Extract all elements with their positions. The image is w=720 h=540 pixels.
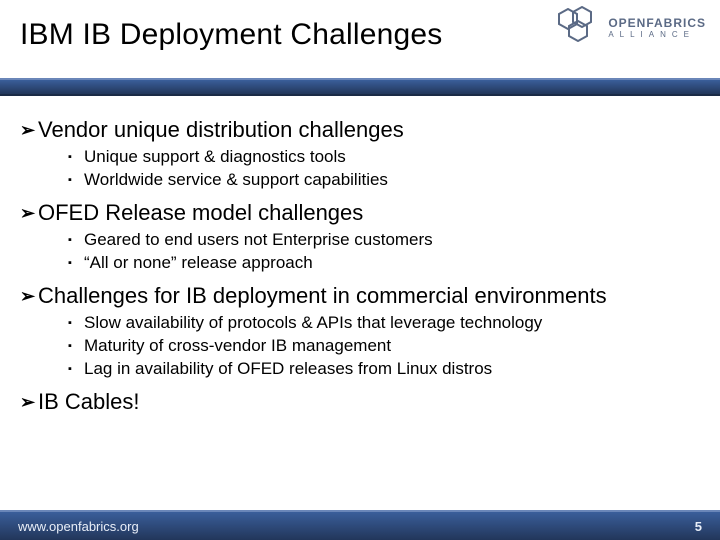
- square-bullet-icon: ▪: [68, 169, 84, 191]
- sub-bullet-item: ▪ Unique support & diagnostics tools: [68, 146, 700, 168]
- content-body: ➢ Vendor unique distribution challenges …: [20, 110, 700, 492]
- sub-bullet-item: ▪ Worldwide service & support capabiliti…: [68, 169, 700, 191]
- bullet-text: Vendor unique distribution challenges: [38, 116, 404, 144]
- square-bullet-icon: ▪: [68, 229, 84, 251]
- sub-bullet-item: ▪ Slow availability of protocols & APIs …: [68, 312, 700, 334]
- sub-bullet-item: ▪ “All or none” release approach: [68, 252, 700, 274]
- logo-text-top: OPENFABRICS: [608, 17, 706, 29]
- sub-bullet-text: Geared to end users not Enterprise custo…: [84, 229, 433, 251]
- footer-bar: www.openfabrics.org 5: [0, 510, 720, 540]
- chevron-right-icon: ➢: [20, 282, 38, 310]
- bullet-item: ➢ Challenges for IB deployment in commer…: [20, 282, 700, 310]
- sub-bullet-text: Maturity of cross-vendor IB management: [84, 335, 391, 357]
- bullet-text: Challenges for IB deployment in commerci…: [38, 282, 607, 310]
- sub-bullet-text: Lag in availability of OFED releases fro…: [84, 358, 492, 380]
- hexagon-cluster-icon: [558, 6, 602, 50]
- bullet-item: ➢ OFED Release model challenges: [20, 199, 700, 227]
- slide: IBM IB Deployment Challenges OPENFABRICS…: [0, 0, 720, 540]
- sub-list: ▪ Geared to end users not Enterprise cus…: [68, 229, 700, 274]
- sub-list: ▪ Unique support & diagnostics tools ▪ W…: [68, 146, 700, 191]
- bullet-item: ➢ Vendor unique distribution challenges: [20, 116, 700, 144]
- sub-bullet-text: Slow availability of protocols & APIs th…: [84, 312, 542, 334]
- bullet-text: IB Cables!: [38, 388, 140, 416]
- sub-bullet-text: “All or none” release approach: [84, 252, 313, 274]
- page-number: 5: [695, 519, 702, 534]
- square-bullet-icon: ▪: [68, 146, 84, 168]
- square-bullet-icon: ▪: [68, 312, 84, 334]
- sub-bullet-text: Unique support & diagnostics tools: [84, 146, 346, 168]
- sub-bullet-text: Worldwide service & support capabilities: [84, 169, 388, 191]
- sub-bullet-item: ▪ Maturity of cross-vendor IB management: [68, 335, 700, 357]
- square-bullet-icon: ▪: [68, 335, 84, 357]
- logo-text-bottom: ALLIANCE: [608, 31, 706, 39]
- sub-list: ▪ Slow availability of protocols & APIs …: [68, 312, 700, 380]
- title-underline-bar: [0, 78, 720, 96]
- chevron-right-icon: ➢: [20, 388, 38, 416]
- footer-url: www.openfabrics.org: [18, 519, 139, 534]
- chevron-right-icon: ➢: [20, 199, 38, 227]
- logo-text: OPENFABRICS ALLIANCE: [608, 17, 706, 39]
- square-bullet-icon: ▪: [68, 358, 84, 380]
- openfabrics-logo: OPENFABRICS ALLIANCE: [558, 6, 706, 50]
- sub-bullet-item: ▪ Lag in availability of OFED releases f…: [68, 358, 700, 380]
- bullet-item: ➢ IB Cables!: [20, 388, 700, 416]
- sub-bullet-item: ▪ Geared to end users not Enterprise cus…: [68, 229, 700, 251]
- square-bullet-icon: ▪: [68, 252, 84, 274]
- chevron-right-icon: ➢: [20, 116, 38, 144]
- bullet-text: OFED Release model challenges: [38, 199, 363, 227]
